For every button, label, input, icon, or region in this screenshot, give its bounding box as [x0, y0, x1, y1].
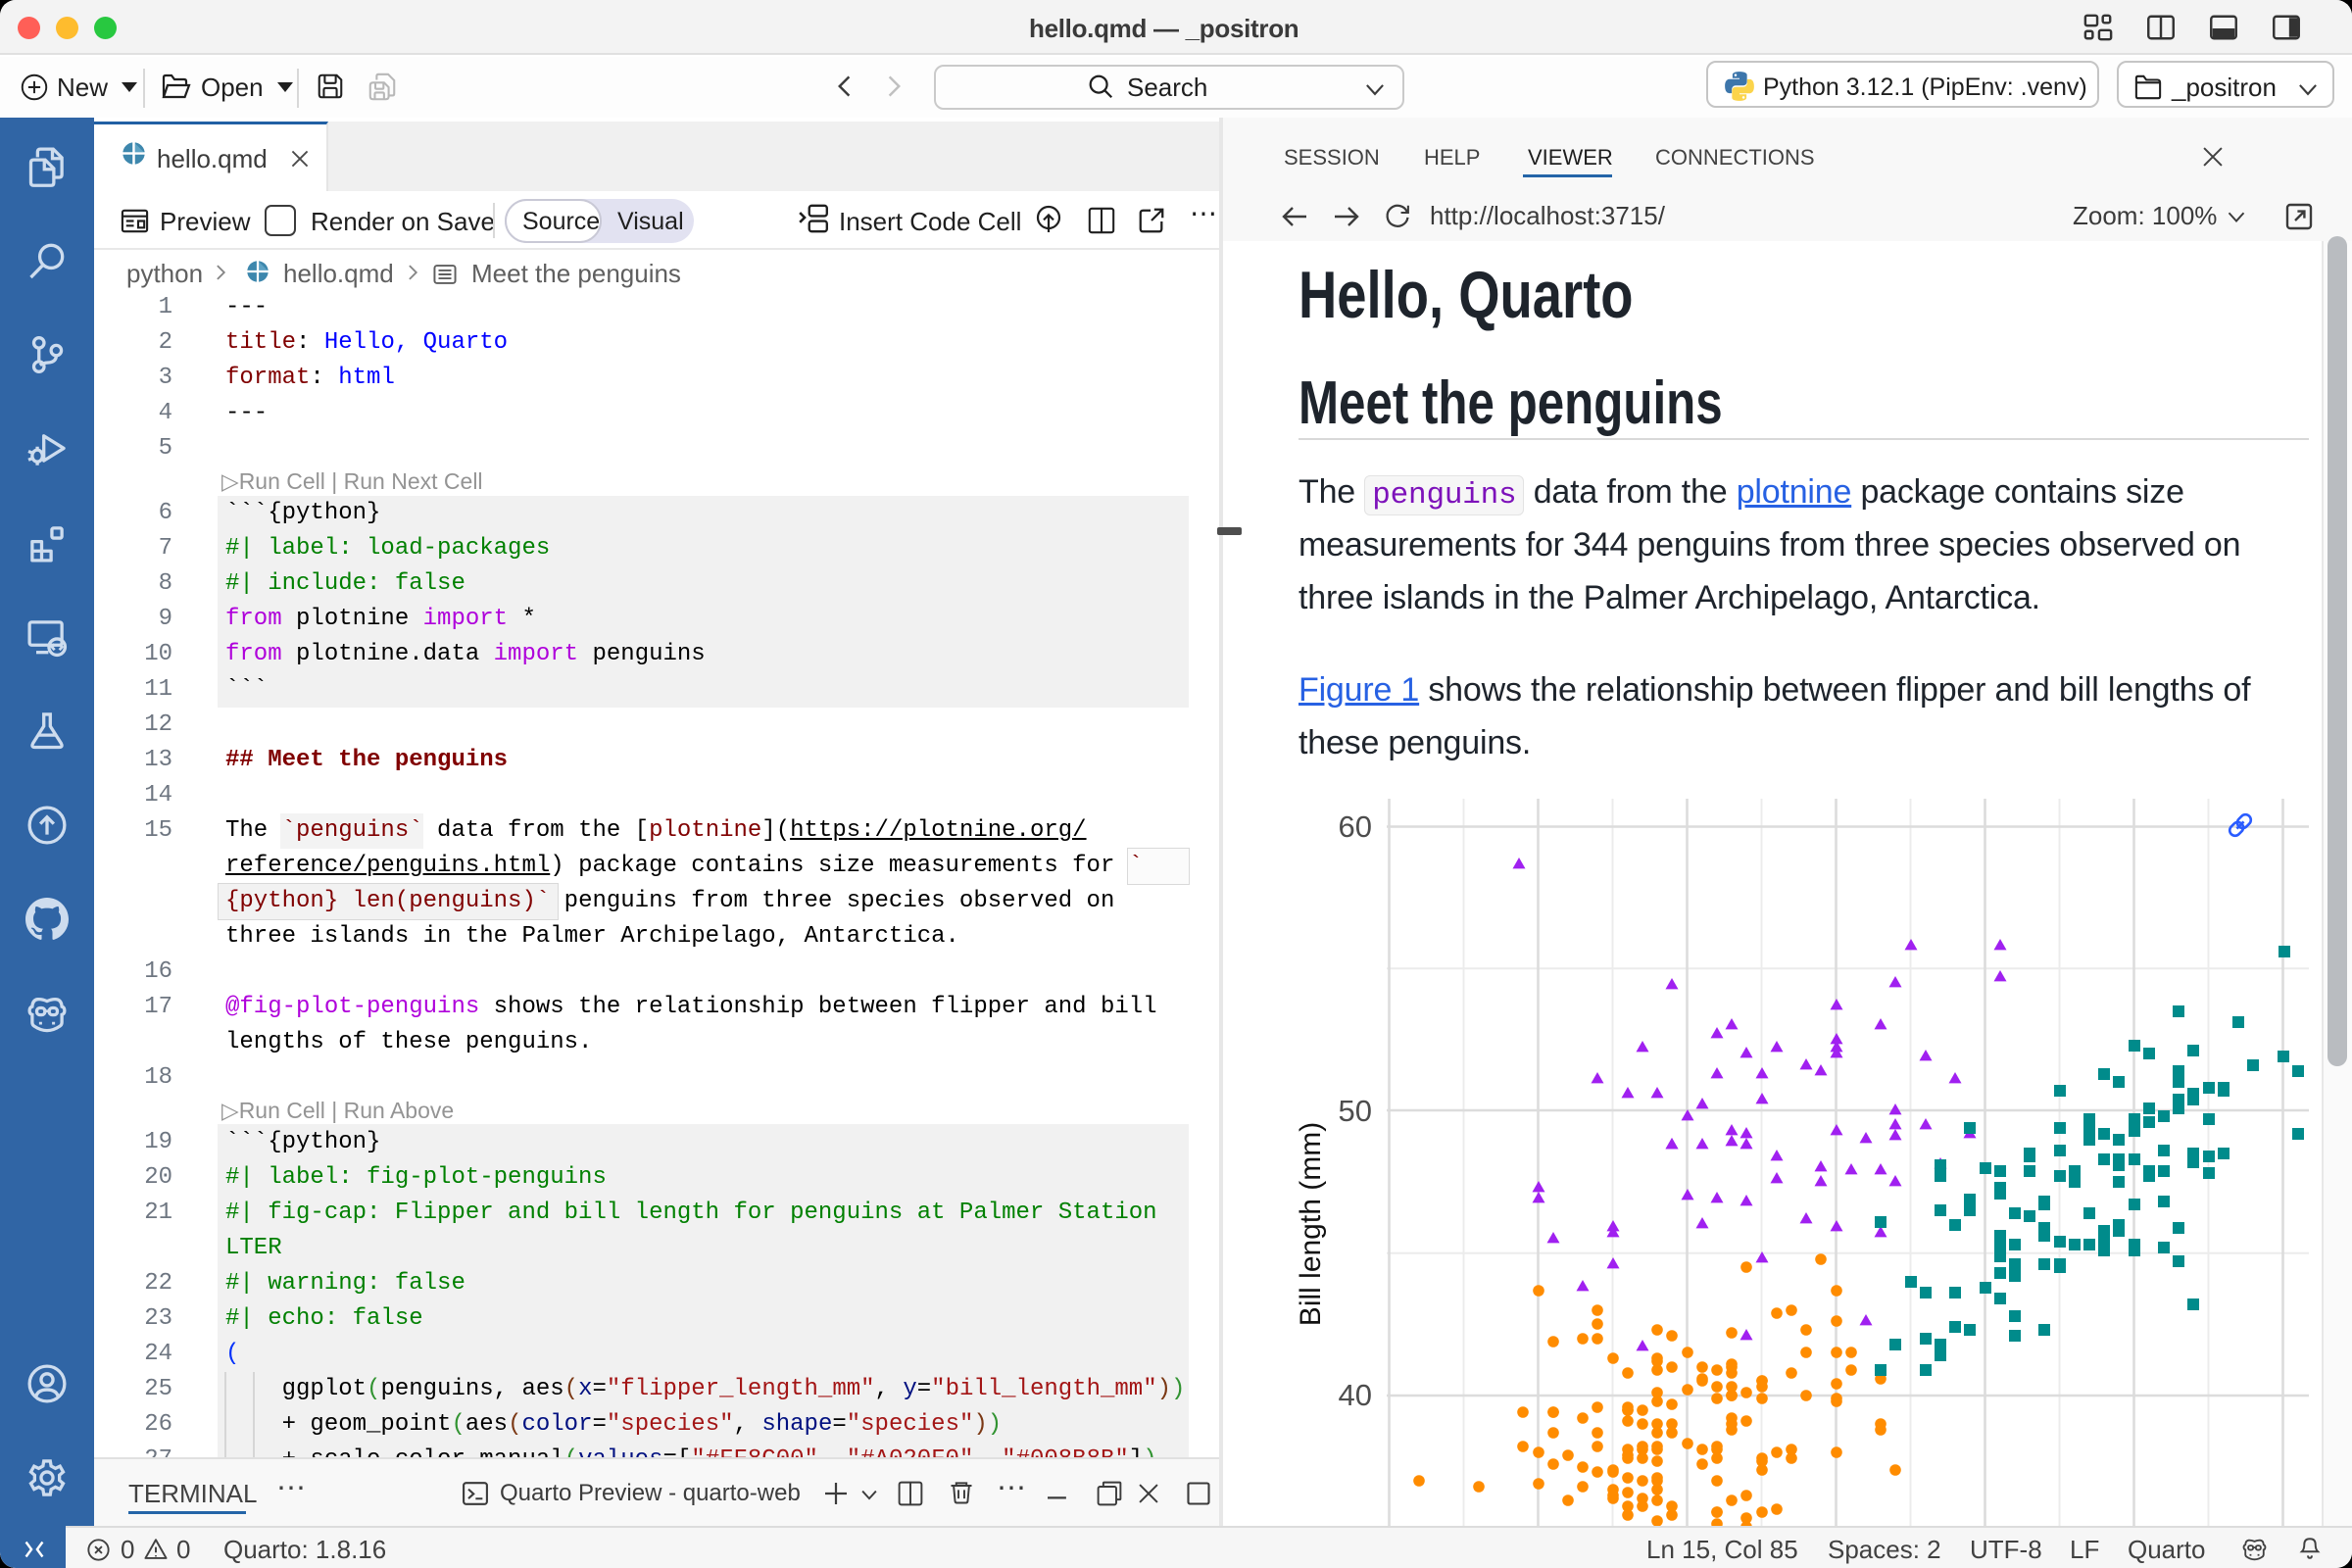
svg-text:60: 60	[1339, 809, 1372, 844]
svg-text:40: 40	[1339, 1378, 1372, 1412]
svg-text:Bill length (mm): Bill length (mm)	[1295, 1122, 1327, 1326]
svg-text:50: 50	[1339, 1094, 1372, 1128]
